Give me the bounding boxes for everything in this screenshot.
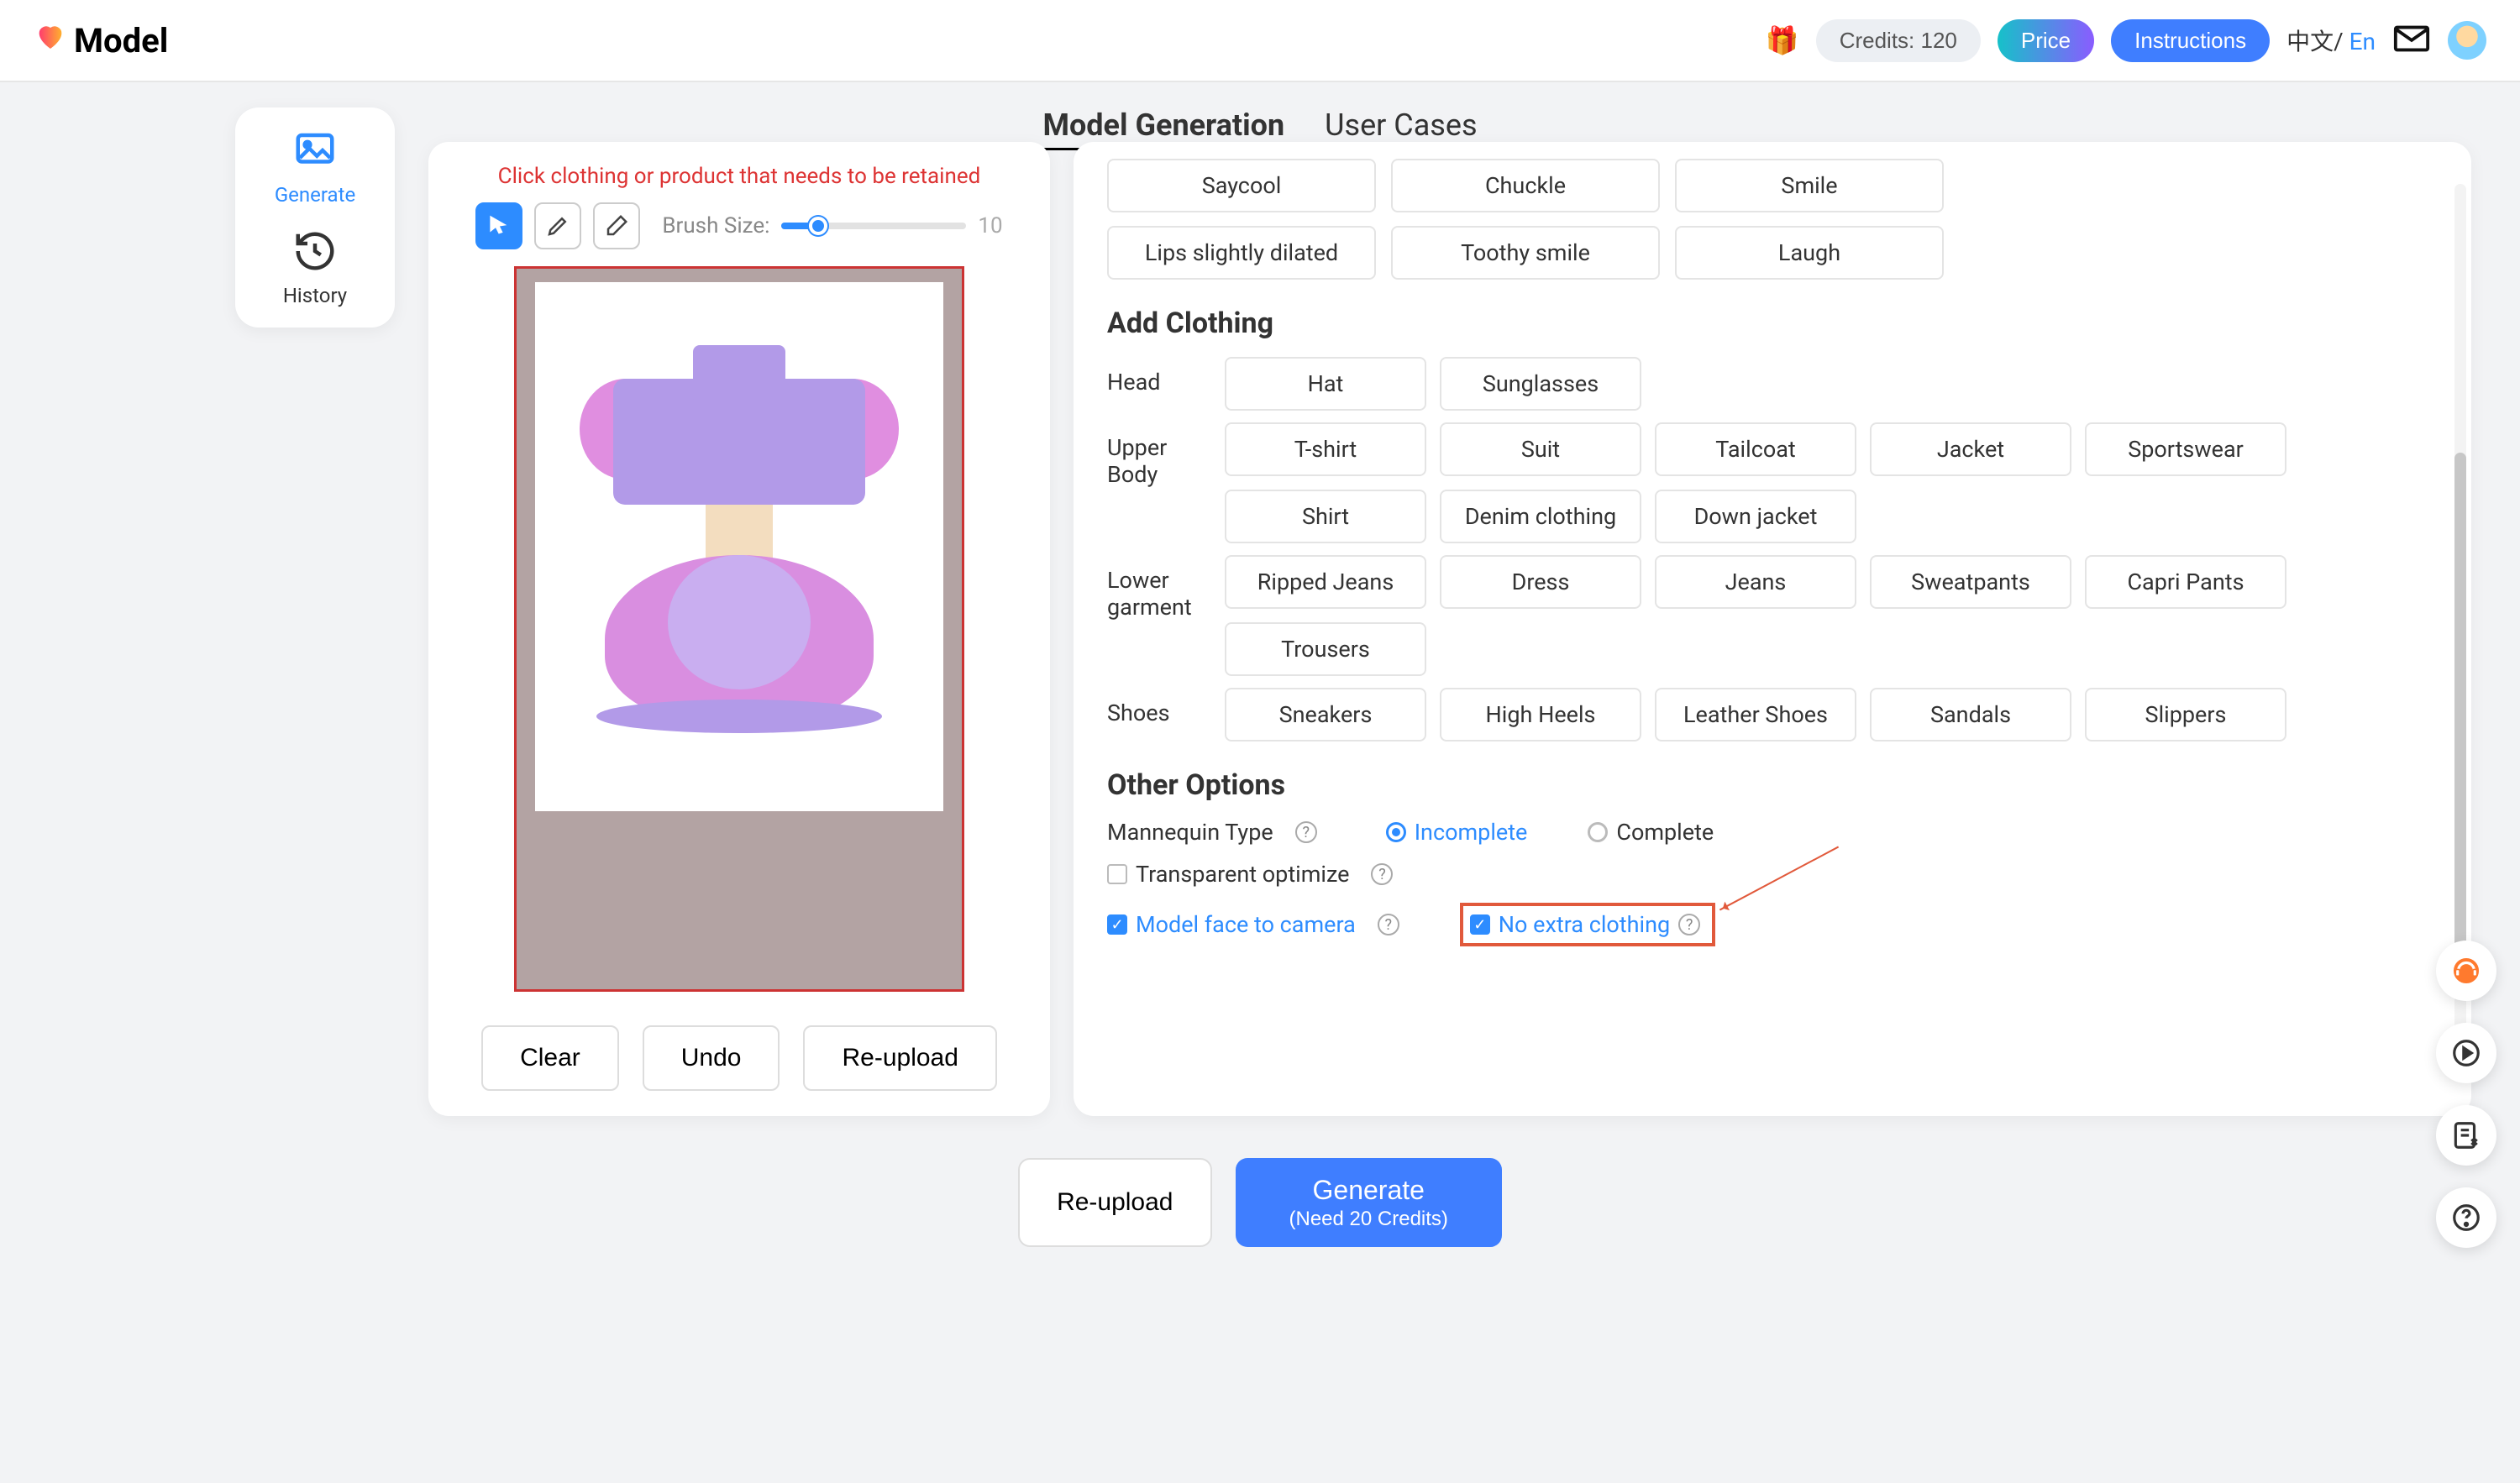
bottom-generate-button[interactable]: Generate (Need 20 Credits) — [1236, 1158, 1502, 1247]
clear-button[interactable]: Clear — [481, 1025, 619, 1091]
cat-upper-label: Upper Body — [1107, 422, 1208, 488]
heart-icon — [34, 19, 67, 61]
canvas-hint: Click clothing or product that needs to … — [498, 164, 981, 189]
gift-icon[interactable]: 🎁 — [1766, 24, 1799, 56]
brand-logo[interactable]: Model — [34, 19, 168, 61]
clothing-opt[interactable]: Capri Pants — [2085, 555, 2286, 609]
help-icon[interactable]: ? — [1371, 863, 1393, 885]
clothing-opt[interactable]: Down jacket — [1655, 490, 1856, 543]
bottom-reupload-button[interactable]: Re-upload — [1018, 1158, 1211, 1247]
bottom-action-bar: Re-upload Generate (Need 20 Credits) — [0, 1158, 2520, 1247]
cat-lower-label: Lower garment — [1107, 555, 1208, 621]
language-switch[interactable]: 中文/ En — [2286, 24, 2376, 57]
expression-opt[interactable]: Laugh — [1675, 226, 1944, 280]
pencil-tool[interactable] — [534, 202, 581, 249]
add-clothing-title: Add Clothing — [1107, 307, 2438, 340]
canvas-panel: Click clothing or product that needs to … — [428, 142, 1050, 1116]
clothing-opt[interactable]: Denim clothing — [1440, 490, 1641, 543]
cat-shoes-label: Shoes — [1107, 688, 1208, 726]
clothing-opt[interactable]: Shirt — [1225, 490, 1426, 543]
face-to-camera-checkbox[interactable]: Model face to camera — [1107, 911, 1356, 938]
no-extra-clothing-checkbox[interactable]: No extra clothing — [1470, 911, 1670, 938]
tool-rail: Generate History — [235, 107, 395, 328]
help-icon[interactable]: ? — [1378, 914, 1399, 935]
expression-opt[interactable]: Toothy smile — [1391, 226, 1660, 280]
brush-size-slider[interactable] — [781, 223, 966, 229]
brand-name: Model — [74, 21, 168, 60]
options-panel: Saycool Chuckle Smile Lips slightly dila… — [1074, 142, 2471, 1116]
canvas-toolbar: Brush Size: 10 — [457, 202, 1021, 249]
brush-size-label: Brush Size: — [662, 213, 769, 238]
clothing-opt[interactable]: Ripped Jeans — [1225, 555, 1426, 609]
credits-chip[interactable]: Credits: 120 — [1816, 19, 1981, 62]
user-avatar[interactable] — [2448, 21, 2486, 60]
undo-button[interactable]: Undo — [643, 1025, 780, 1091]
clothing-opt[interactable]: Sweatpants — [1870, 555, 2071, 609]
app-header: Model 🎁 Credits: 120 Price Instructions … — [0, 0, 2520, 82]
help-circle-icon[interactable] — [2436, 1187, 2496, 1248]
canvas-image — [535, 282, 943, 811]
reupload-button[interactable]: Re-upload — [803, 1025, 996, 1091]
clothing-opt[interactable]: Sneakers — [1225, 688, 1426, 742]
other-options-title: Other Options — [1107, 768, 2438, 802]
clothing-opt[interactable]: T-shirt — [1225, 422, 1426, 476]
clothing-opt[interactable]: Suit — [1440, 422, 1641, 476]
clothing-opt[interactable]: High Heels — [1440, 688, 1641, 742]
support-icon[interactable] — [2436, 941, 2496, 1001]
rail-generate[interactable]: Generate — [275, 128, 355, 207]
pointer-tool[interactable] — [475, 202, 522, 249]
generate-cost: (Need 20 Credits) — [1289, 1207, 1448, 1232]
clothing-opt[interactable]: Hat — [1225, 357, 1426, 411]
no-extra-clothing-highlight: No extra clothing ? — [1460, 903, 1715, 946]
play-icon[interactable] — [2436, 1023, 2496, 1083]
help-icon[interactable]: ? — [1678, 914, 1700, 935]
clothing-opt[interactable]: Dress — [1440, 555, 1641, 609]
expression-opt[interactable]: Chuckle — [1391, 159, 1660, 212]
rail-generate-label: Generate — [275, 183, 355, 207]
scrollbar-thumb[interactable] — [2454, 453, 2466, 990]
generate-label: Generate — [1313, 1173, 1425, 1207]
brush-size-value: 10 — [978, 213, 1002, 238]
cat-head-label: Head — [1107, 357, 1208, 396]
outfit-illustration — [605, 337, 874, 757]
mannequin-type-label: Mannequin Type — [1107, 819, 1273, 846]
instructions-button[interactable]: Instructions — [2111, 19, 2270, 62]
expression-opt[interactable]: Lips slightly dilated — [1107, 226, 1376, 280]
clothing-opt[interactable]: Sunglasses — [1440, 357, 1641, 411]
rail-history[interactable]: History — [283, 228, 347, 307]
expression-opt[interactable]: Saycool — [1107, 159, 1376, 212]
help-icon[interactable]: ? — [1295, 821, 1317, 843]
rail-history-label: History — [283, 284, 347, 307]
mannequin-incomplete-radio[interactable]: Incomplete — [1386, 819, 1528, 846]
expression-opt[interactable]: Smile — [1675, 159, 1944, 212]
price-button[interactable]: Price — [1998, 19, 2094, 62]
transparent-optimize-checkbox[interactable]: Transparent optimize — [1107, 861, 1349, 888]
mail-icon[interactable] — [2392, 19, 2431, 61]
clothing-opt[interactable]: Trousers — [1225, 622, 1426, 676]
clothing-opt[interactable]: Jacket — [1870, 422, 2071, 476]
clothing-opt[interactable]: Leather Shoes — [1655, 688, 1856, 742]
clothing-opt[interactable]: Sandals — [1870, 688, 2071, 742]
clothing-opt[interactable]: Tailcoat — [1655, 422, 1856, 476]
eraser-tool[interactable] — [593, 202, 640, 249]
mannequin-complete-radio[interactable]: Complete — [1588, 819, 1714, 846]
clothing-opt[interactable]: Jeans — [1655, 555, 1856, 609]
canvas-frame[interactable] — [514, 266, 964, 992]
edit-note-icon[interactable] — [2436, 1105, 2496, 1166]
clothing-opt[interactable]: Slippers — [2085, 688, 2286, 742]
clothing-opt[interactable]: Sportswear — [2085, 422, 2286, 476]
